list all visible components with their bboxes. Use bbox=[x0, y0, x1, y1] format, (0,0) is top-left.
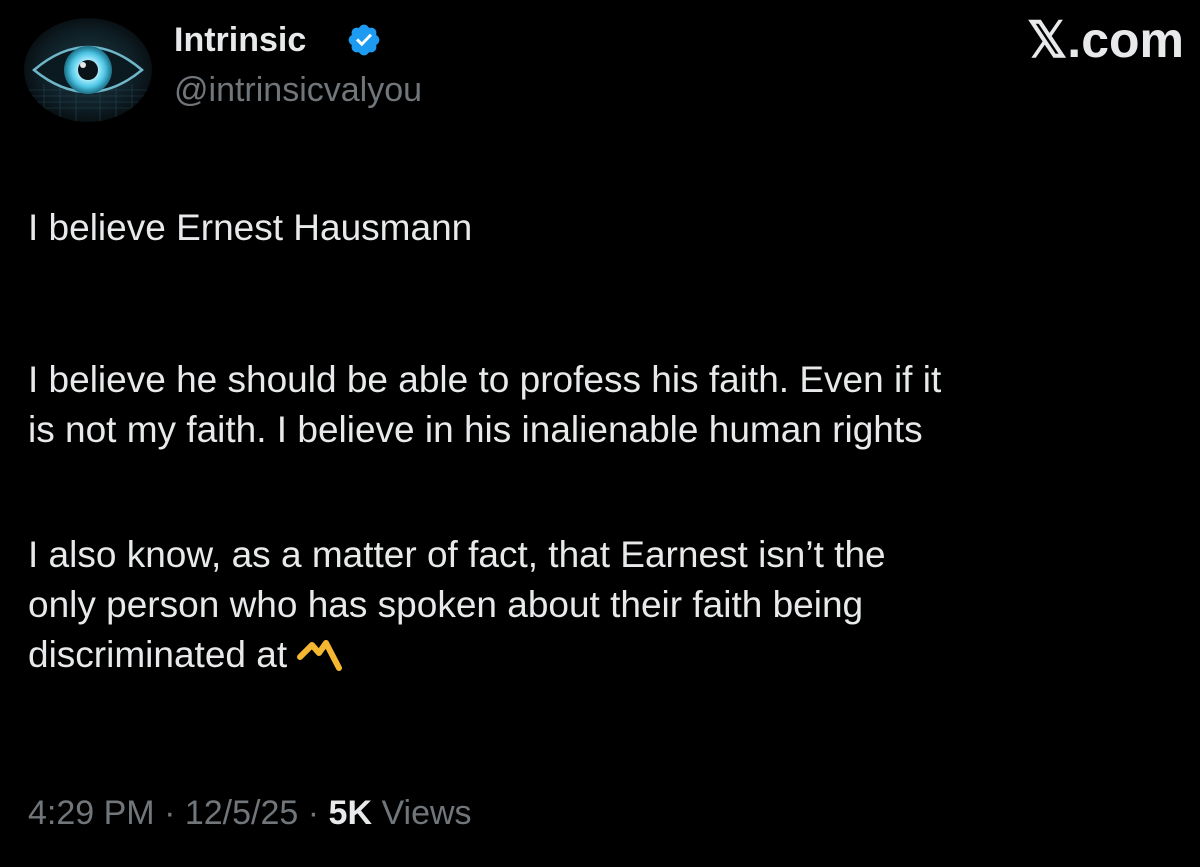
post-line: I believe Ernest Hausmann bbox=[28, 207, 473, 248]
post-date[interactable]: 12/5/25 bbox=[185, 794, 298, 832]
m-logo-emoji-icon bbox=[297, 640, 343, 671]
post-meta: 4:29 PM · 12/5/25 · 5K Views bbox=[28, 791, 472, 835]
post-paragraph: I believe Ernest Hausmann bbox=[28, 203, 1200, 253]
post-time[interactable]: 4:29 PM bbox=[28, 794, 155, 832]
post-paragraph: I believe he should be able to profess h… bbox=[28, 355, 1200, 455]
author-name[interactable]: Intrinsic bbox=[174, 20, 306, 60]
x-logo: 𝕏.com bbox=[1027, 12, 1184, 68]
post-paragraph: I also know, as a matter of fact, that E… bbox=[28, 530, 1200, 680]
views-label: Views bbox=[381, 794, 472, 832]
eye-icon bbox=[24, 45, 152, 122]
meta-separator: · bbox=[164, 794, 176, 832]
verified-badge-icon bbox=[348, 24, 380, 56]
post-line: is not my faith. I believe in his inalie… bbox=[28, 409, 923, 450]
post-line: I also know, as a matter of fact, that E… bbox=[28, 534, 886, 575]
author-handle[interactable]: @intrinsicvalyou bbox=[174, 70, 422, 110]
avatar[interactable] bbox=[24, 18, 152, 122]
meta-separator: · bbox=[307, 794, 320, 832]
views-count: 5K bbox=[328, 794, 373, 832]
post-line: I believe he should be able to profess h… bbox=[28, 359, 942, 400]
post-line: only person who has spoken about their f… bbox=[28, 584, 864, 625]
post-line: discriminated at bbox=[28, 634, 288, 675]
